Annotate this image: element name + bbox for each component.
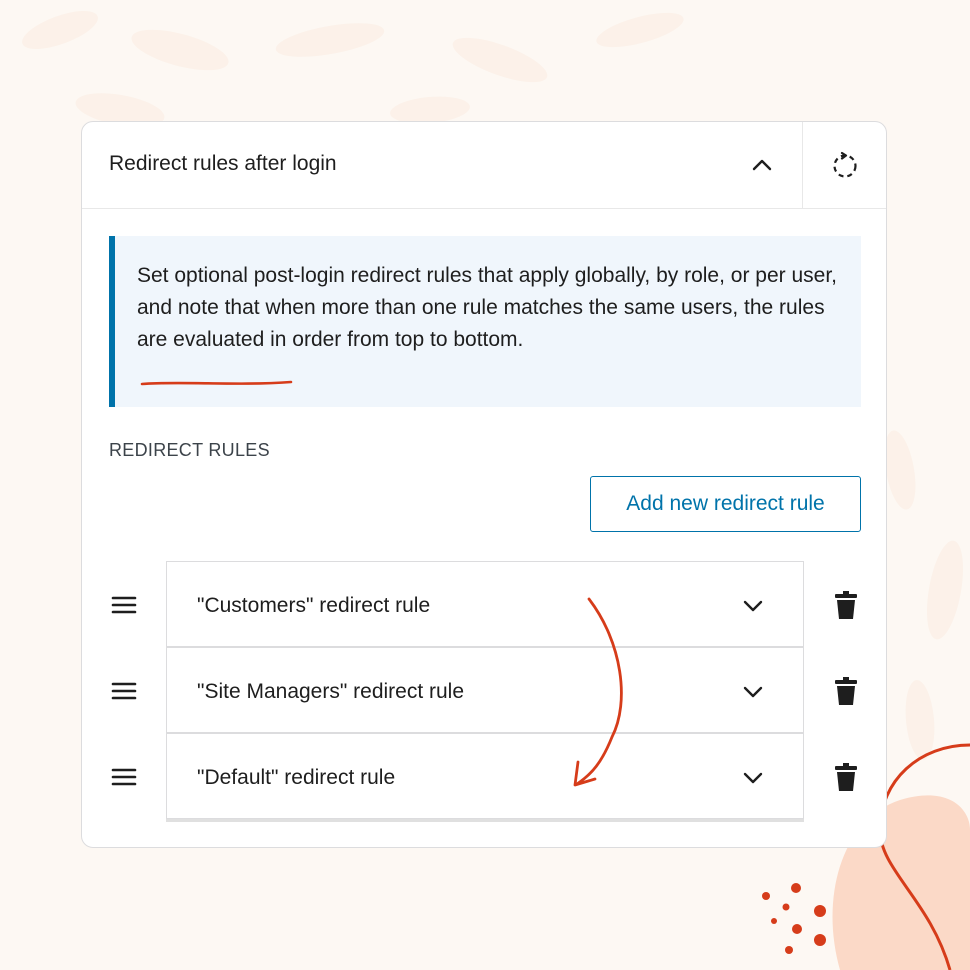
notice-text: Set optional post-login redirect rules t… — [137, 260, 837, 356]
chevron-up-icon — [752, 159, 772, 171]
notice-highlight: top to bottom — [394, 328, 518, 351]
redirect-rules-panel: Redirect rules after login Set optional … — [81, 121, 887, 848]
drag-handle-icon[interactable] — [110, 766, 138, 788]
trash-icon — [835, 677, 857, 705]
redirect-rule-toggle[interactable]: "Site Managers" redirect rule — [166, 647, 804, 733]
delete-rule-button[interactable] — [830, 675, 862, 707]
info-notice: Set optional post-login redirect rules t… — [109, 236, 861, 407]
chevron-down-icon — [739, 678, 767, 706]
reset-dashed-icon — [832, 151, 857, 178]
drag-handle-icon[interactable] — [110, 594, 138, 616]
reset-button[interactable] — [803, 122, 886, 208]
redirect-rule-toggle[interactable]: "Customers" redirect rule — [166, 561, 804, 647]
redirect-rule-label: "Customers" redirect rule — [197, 594, 431, 617]
redirect-rule-row: "Default" redirect rule — [82, 733, 886, 819]
add-new-redirect-rule-button[interactable]: Add new redirect rule — [590, 476, 861, 532]
chevron-down-icon — [739, 764, 767, 792]
delete-rule-button[interactable] — [830, 589, 862, 621]
redirect-rule-row: "Site Managers" redirect rule — [82, 647, 886, 733]
redirect-rules-heading: REDIRECT RULES — [109, 440, 270, 460]
collapse-panel-button[interactable] — [722, 122, 802, 208]
redirect-rule-label: "Site Managers" redirect rule — [197, 680, 465, 703]
redirect-rule-label: "Default" redirect rule — [197, 766, 396, 789]
trash-icon — [835, 591, 857, 619]
trash-icon — [835, 763, 857, 791]
rules-list-bottom-edge — [166, 819, 804, 822]
notice-text-end: . — [517, 328, 524, 351]
panel-header: Redirect rules after login — [82, 122, 886, 209]
chevron-down-icon — [739, 592, 767, 620]
redirect-rule-row: "Customers" redirect rule — [82, 561, 886, 647]
delete-rule-button[interactable] — [830, 761, 862, 793]
drag-handle-icon[interactable] — [110, 680, 138, 702]
redirect-rule-toggle[interactable]: "Default" redirect rule — [166, 733, 804, 819]
hand-drawn-underline — [140, 380, 293, 386]
panel-title: Redirect rules after login — [109, 152, 337, 175]
